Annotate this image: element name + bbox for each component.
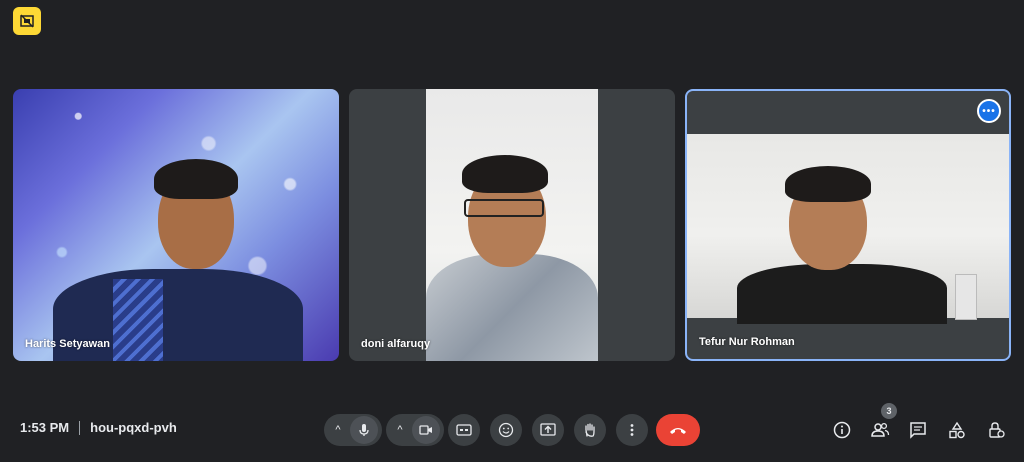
participant-video bbox=[426, 89, 598, 361]
divider bbox=[79, 420, 81, 435]
participant-name: Harits Setyawan bbox=[25, 338, 110, 350]
participant-tile-2[interactable]: doni alfaruqy bbox=[349, 89, 675, 361]
chevron-up-icon[interactable]: ^ bbox=[328, 424, 348, 436]
end-call-button[interactable] bbox=[656, 414, 700, 446]
participant-tile-1[interactable]: Harits Setyawan bbox=[13, 89, 339, 361]
captions-icon bbox=[456, 424, 472, 436]
meeting-details-button[interactable] bbox=[830, 418, 854, 442]
camera-off-icon bbox=[20, 14, 34, 28]
people-icon bbox=[871, 422, 890, 437]
raise-hand-icon bbox=[585, 423, 595, 437]
meeting-code[interactable]: hou-pqxd-pvh bbox=[90, 420, 177, 435]
host-controls-button[interactable] bbox=[984, 418, 1008, 442]
participant-video bbox=[687, 134, 1009, 324]
present-icon bbox=[540, 423, 556, 436]
chat-icon bbox=[910, 422, 926, 439]
people-button[interactable] bbox=[868, 418, 892, 442]
mic-control[interactable]: ^ bbox=[324, 414, 382, 446]
meeting-time: 1:53 PM bbox=[20, 420, 70, 435]
participant-name: doni alfaruqy bbox=[361, 338, 431, 350]
no-video-badge[interactable] bbox=[13, 7, 41, 35]
people-count-badge: 3 bbox=[881, 403, 897, 419]
camera-control[interactable]: ^ bbox=[386, 414, 444, 446]
captions-button[interactable] bbox=[448, 414, 480, 446]
participant-name: Tefur Nur Rohman bbox=[699, 336, 795, 348]
host-controls-icon bbox=[989, 422, 1005, 438]
meeting-info: 1:53 PM hou-pqxd-pvh bbox=[20, 420, 177, 435]
emoji-icon bbox=[498, 422, 514, 438]
more-options-icon[interactable]: ••• bbox=[977, 99, 1001, 123]
end-call-icon bbox=[670, 428, 686, 434]
activities-icon bbox=[949, 421, 965, 439]
camera-button[interactable] bbox=[412, 416, 440, 444]
info-icon bbox=[833, 421, 851, 439]
camera-icon bbox=[419, 425, 432, 435]
raise-hand-button[interactable] bbox=[574, 414, 606, 446]
mic-icon bbox=[359, 424, 369, 436]
activities-button[interactable] bbox=[945, 418, 969, 442]
chat-button[interactable] bbox=[906, 418, 930, 442]
emoji-button[interactable] bbox=[490, 414, 522, 446]
participant-tile-3[interactable]: ••• Tefur Nur Rohman bbox=[685, 89, 1011, 361]
participant-video bbox=[13, 89, 339, 361]
mic-button[interactable] bbox=[350, 416, 378, 444]
more-options-button[interactable] bbox=[616, 414, 648, 446]
chevron-up-icon[interactable]: ^ bbox=[390, 424, 410, 436]
present-button[interactable] bbox=[532, 414, 564, 446]
more-vert-icon bbox=[630, 424, 634, 436]
